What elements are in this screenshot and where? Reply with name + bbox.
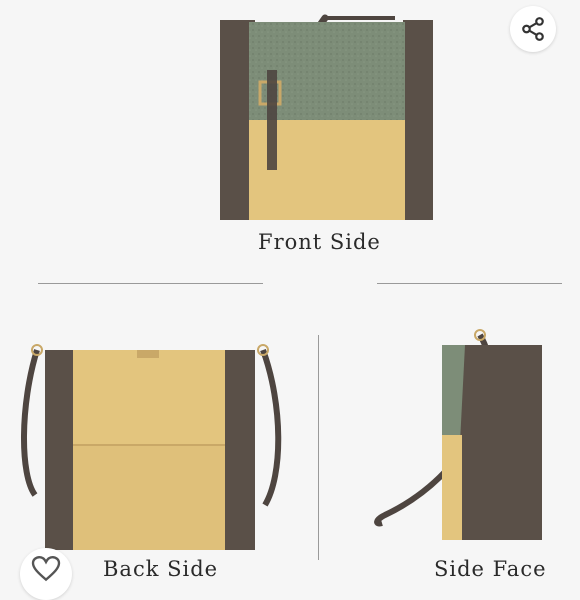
divider-left xyxy=(38,283,263,284)
front-side-label: Front Side xyxy=(258,230,381,254)
side-view xyxy=(370,325,550,550)
front-bag-image xyxy=(220,14,433,220)
divider-vertical xyxy=(318,335,319,560)
share-button[interactable] xyxy=(510,6,556,52)
heart-icon xyxy=(31,556,61,582)
side-bag-image xyxy=(374,329,542,540)
front-view xyxy=(215,10,445,225)
back-bag-image xyxy=(21,344,282,550)
favorite-button[interactable] xyxy=(20,548,72,600)
share-icon xyxy=(522,17,544,41)
back-view xyxy=(15,335,285,555)
divider-right xyxy=(377,283,562,284)
side-face-label: Side Face xyxy=(434,557,547,581)
back-side-label: Back Side xyxy=(103,557,219,581)
